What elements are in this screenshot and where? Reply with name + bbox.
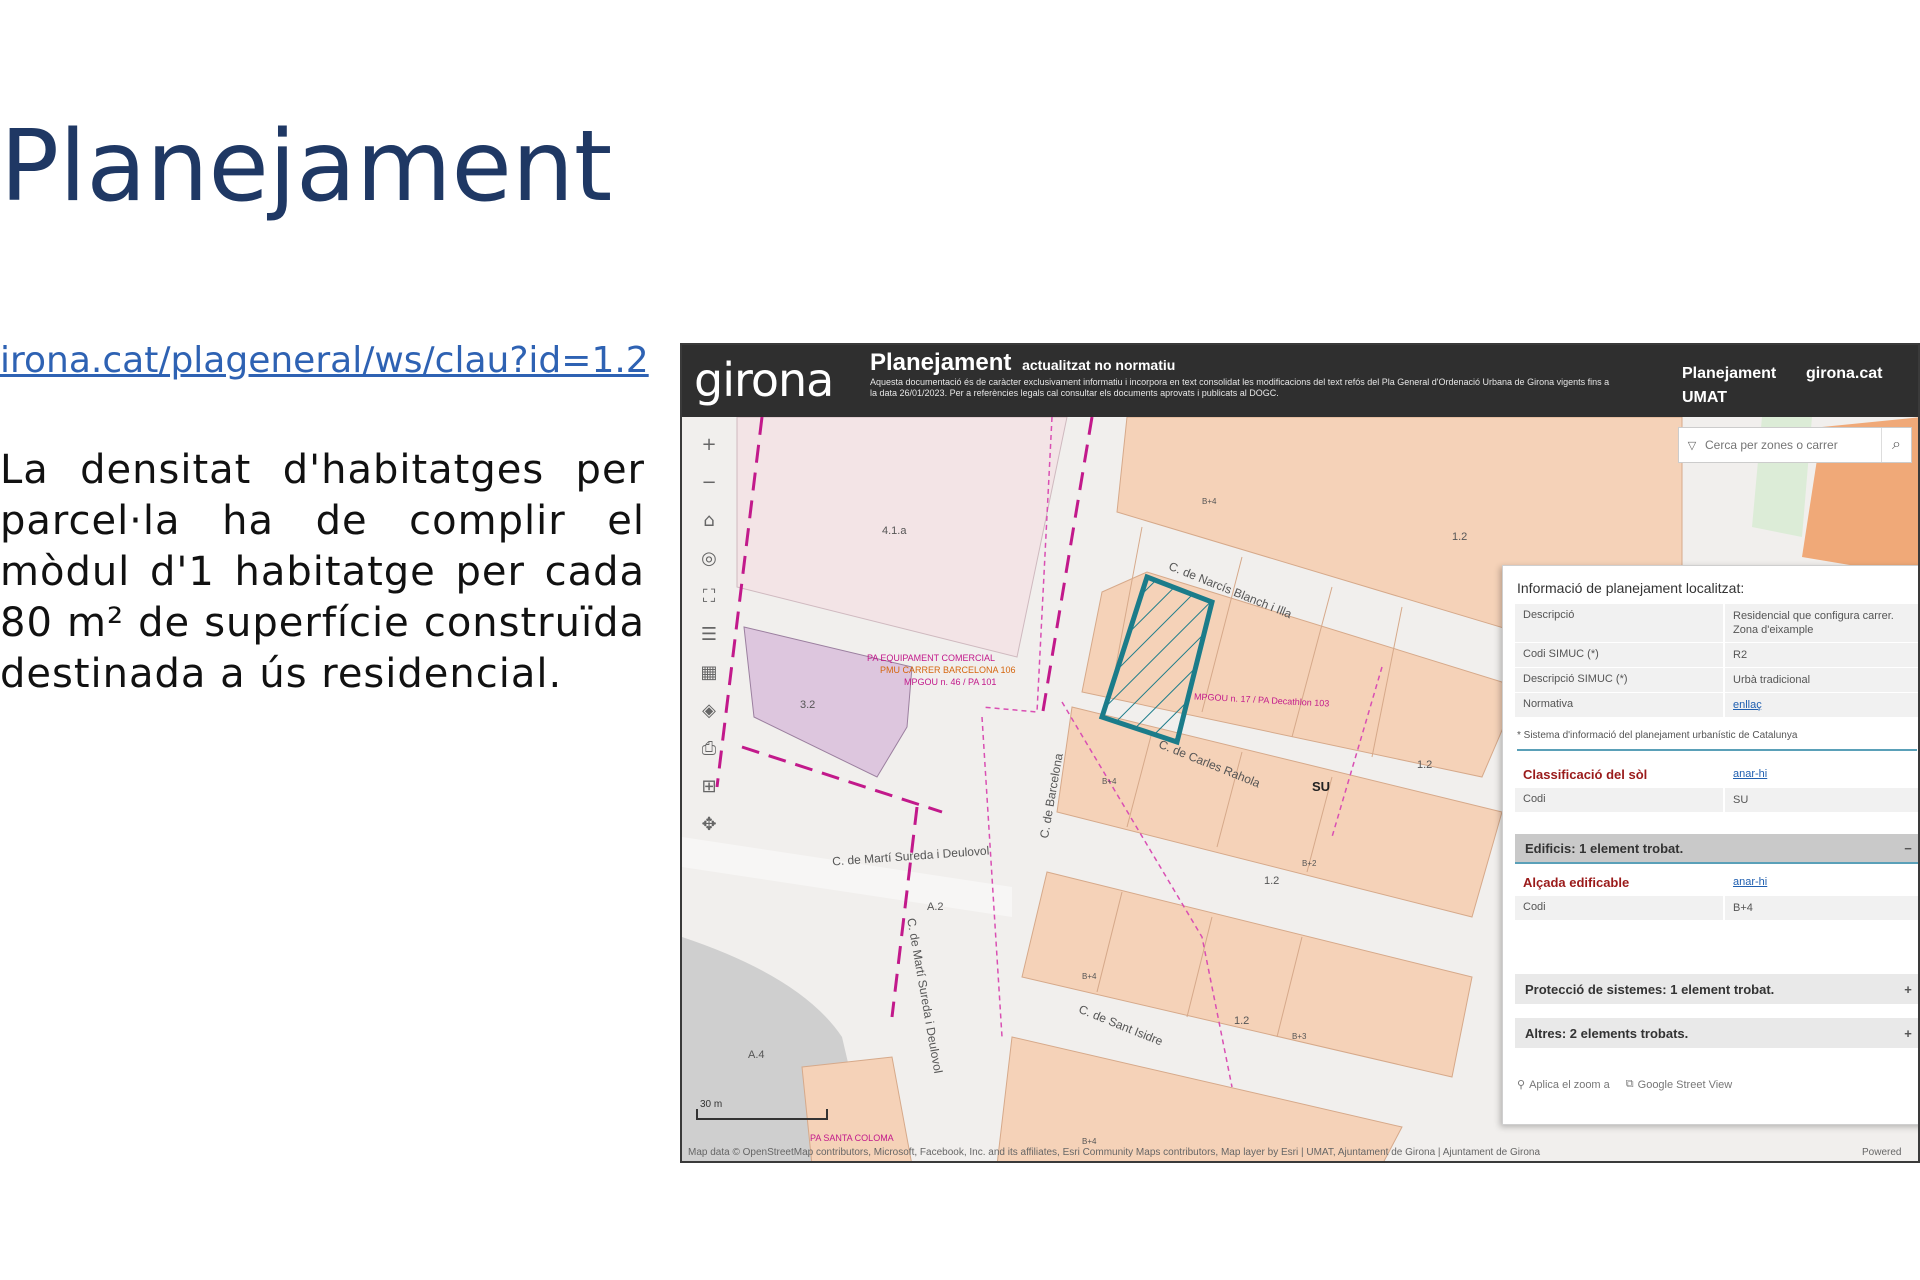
zone-label: A.4 bbox=[748, 1049, 765, 1061]
search-box: ▽ ⌕ bbox=[1678, 427, 1912, 463]
external-link-icon: ⧉ bbox=[1625, 1078, 1634, 1090]
zone-annotation: PA SANTA COLOMA bbox=[810, 1133, 894, 1143]
height-label: B+3 bbox=[1292, 1032, 1307, 1041]
zoom-to-label: Aplica el zoom a bbox=[1529, 1078, 1610, 1091]
map-view[interactable]: 4.1.a 3.2 1.2 1.2 1.2 1.2 A.2 A.4 SU C. … bbox=[682, 417, 1918, 1161]
scale-bar-label: 30 m bbox=[700, 1099, 723, 1110]
street-view-label: Google Street View bbox=[1637, 1078, 1733, 1091]
zone-label: 1.2 bbox=[1264, 875, 1280, 887]
height-label: B+4 bbox=[1082, 972, 1097, 981]
table-row: Normativa enllaç bbox=[1515, 693, 1918, 718]
nav-umat[interactable]: UMAT bbox=[1682, 389, 1727, 407]
alcada-label: Alçada edificable bbox=[1515, 870, 1723, 895]
height-label: B+4 bbox=[1082, 1137, 1097, 1146]
map-app-window: girona Planejament actualitzat no normat… bbox=[680, 343, 1920, 1163]
pan-icon[interactable]: ✥ bbox=[692, 805, 726, 843]
zone-annotation: PMU CARRER BARCELONA 106 bbox=[880, 665, 1016, 675]
row-key: Normativa bbox=[1515, 693, 1723, 717]
zoom-to-action[interactable]: ⚲ Aplica el zoom a bbox=[1517, 1078, 1610, 1092]
info-table: Descripció Residencial que configura car… bbox=[1515, 604, 1918, 718]
zoom-out-icon[interactable]: − bbox=[692, 463, 726, 501]
app-description: Aquesta documentació és de caràcter excl… bbox=[870, 377, 1610, 398]
zone-label: 1.2 bbox=[1234, 1015, 1250, 1027]
app-header: girona Planejament actualitzat no normat… bbox=[682, 345, 1918, 417]
expand-icon[interactable]: + bbox=[1901, 1026, 1915, 1041]
map-toolbar: + − ⌂ ◎ ⛶ ☰ ▦ ◈ ⎙ ⊞ ✥ bbox=[692, 425, 732, 843]
search-input[interactable] bbox=[1705, 438, 1881, 452]
nav-girona-cat[interactable]: girona.cat bbox=[1806, 365, 1882, 383]
classificacio-link[interactable]: anar-hi bbox=[1723, 762, 1918, 787]
row-key: Codi bbox=[1515, 788, 1723, 812]
app-title: Planejament actualitzat no normatiu bbox=[870, 349, 1175, 377]
height-label: B+4 bbox=[1102, 777, 1117, 786]
measure-icon[interactable]: ⊞ bbox=[692, 767, 726, 805]
edificis-section[interactable]: Edificis: 1 element trobat. − bbox=[1515, 834, 1918, 864]
zone-annotation: MPGOU n. 46 / PA 101 bbox=[904, 677, 997, 687]
table-row: Descripció Residencial que configura car… bbox=[1515, 604, 1918, 643]
info-panel: Informació de planejament localitzat: De… bbox=[1502, 565, 1918, 1125]
chevron-down-icon[interactable]: ▽ bbox=[1679, 439, 1705, 452]
height-label: B+4 bbox=[1202, 497, 1217, 506]
slide-body-text: La densitat d'habitatges per parcel·la h… bbox=[0, 447, 645, 697]
list-icon[interactable]: ☰ bbox=[692, 615, 726, 653]
section-label: Altres: 2 elements trobats. bbox=[1525, 1025, 1689, 1041]
panel-actions: ⚲ Aplica el zoom a ⧉ Google Street View bbox=[1517, 1078, 1732, 1091]
plan-link[interactable]: irona.cat/plageneral/ws/clau?id=1.2 bbox=[0, 340, 649, 381]
classificacio-label: Classificació del sòl bbox=[1515, 762, 1723, 787]
home-icon[interactable]: ⌂ bbox=[692, 501, 726, 539]
table-row: Descripció SIMUC (*) Urbà tradicional bbox=[1515, 668, 1918, 693]
table-row: Alçada edificable anar-hi bbox=[1515, 870, 1918, 896]
table-row: Codi B+4 bbox=[1515, 896, 1918, 921]
row-key: Codi SIMUC (*) bbox=[1515, 643, 1723, 667]
fullscreen-icon[interactable]: ⛶ bbox=[692, 577, 726, 615]
simuc-footnote: * Sistema d'informació del planejament u… bbox=[1517, 730, 1917, 751]
street-view-action[interactable]: ⧉ Google Street View bbox=[1626, 1078, 1732, 1091]
row-value: B+4 bbox=[1723, 896, 1918, 920]
powered-by[interactable]: Powered bbox=[1862, 1147, 1901, 1158]
zone-label: 1.2 bbox=[1417, 759, 1433, 771]
zone-label: 3.2 bbox=[800, 699, 816, 711]
zoom-in-icon[interactable]: + bbox=[692, 425, 726, 463]
locate-icon[interactable]: ◎ bbox=[692, 539, 726, 577]
girona-logo[interactable]: girona bbox=[694, 353, 834, 407]
layers-icon[interactable]: ◈ bbox=[692, 691, 726, 729]
altres-section[interactable]: Altres: 2 elements trobats. + bbox=[1515, 1018, 1918, 1048]
print-icon[interactable]: ⎙ bbox=[692, 729, 726, 767]
table-row: Codi SIMUC (*) R2 bbox=[1515, 643, 1918, 668]
zone-label: A.2 bbox=[927, 901, 944, 913]
normativa-link[interactable]: enllaç bbox=[1723, 693, 1918, 717]
row-value: SU bbox=[1723, 788, 1918, 812]
basemap-icon[interactable]: ▦ bbox=[692, 653, 726, 691]
expand-icon[interactable]: + bbox=[1901, 982, 1915, 997]
panel-title: Informació de planejament localitzat: bbox=[1517, 580, 1745, 596]
section-label: Protecció de sistemes: 1 element trobat. bbox=[1525, 981, 1775, 997]
alcada-table: Alçada edificable anar-hi Codi B+4 bbox=[1515, 870, 1918, 921]
app-subtitle: actualitzat no normatiu bbox=[1022, 357, 1176, 373]
table-row: Classificació del sòl anar-hi bbox=[1515, 762, 1918, 788]
slide-title: Planejament bbox=[0, 110, 613, 224]
row-value: R2 bbox=[1723, 643, 1918, 667]
row-key: Descripció bbox=[1515, 604, 1723, 642]
map-attribution: Map data © OpenStreetMap contributors, M… bbox=[688, 1147, 1541, 1158]
section-label: Edificis: 1 element trobat. bbox=[1525, 840, 1684, 856]
collapse-icon[interactable]: − bbox=[1901, 841, 1915, 856]
row-key: Descripció SIMUC (*) bbox=[1515, 668, 1723, 692]
row-value: Residencial que configura carrer. Zona d… bbox=[1723, 604, 1918, 642]
su-label: SU bbox=[1312, 779, 1331, 794]
proteccio-section[interactable]: Protecció de sistemes: 1 element trobat.… bbox=[1515, 974, 1918, 1004]
zone-label: 1.2 bbox=[1452, 531, 1468, 543]
zone-annotation: PA EQUIPAMENT COMERCIAL bbox=[867, 653, 996, 663]
row-value: Urbà tradicional bbox=[1723, 668, 1918, 692]
zoom-icon: ⚲ bbox=[1517, 1079, 1526, 1091]
nav-planejament[interactable]: Planejament bbox=[1682, 365, 1776, 383]
table-row: Codi SU bbox=[1515, 788, 1918, 813]
classificacio-table: Classificació del sòl anar-hi Codi SU bbox=[1515, 762, 1918, 813]
alcada-link[interactable]: anar-hi bbox=[1723, 870, 1918, 895]
app-title-text: Planejament bbox=[870, 349, 1012, 376]
height-label: B+2 bbox=[1302, 859, 1317, 868]
row-key: Codi bbox=[1515, 896, 1723, 920]
zone-label: 4.1.a bbox=[882, 525, 907, 537]
search-icon[interactable]: ⌕ bbox=[1881, 428, 1911, 462]
